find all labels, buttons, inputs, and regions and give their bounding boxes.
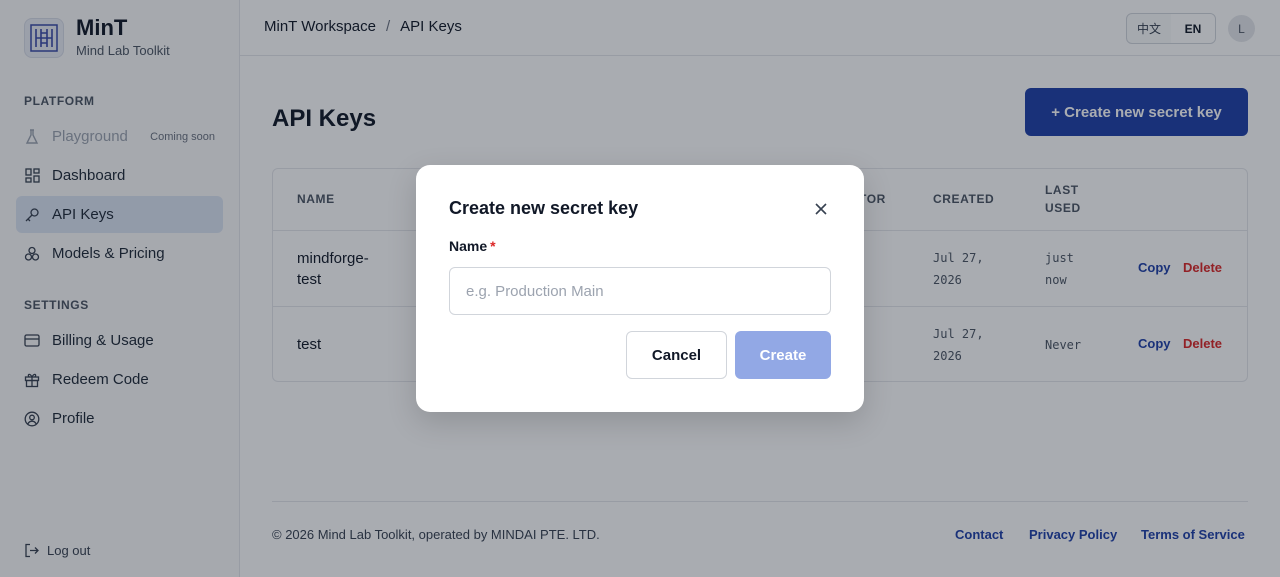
key-name-input[interactable] (449, 267, 831, 315)
required-mark: * (490, 238, 496, 254)
close-icon[interactable] (811, 199, 831, 219)
name-label-text: Name (449, 238, 488, 254)
dialog-title: Create new secret key (449, 198, 639, 218)
create-button[interactable]: Create (735, 331, 831, 379)
name-field-label: Name * (449, 238, 496, 254)
cancel-button[interactable]: Cancel (626, 331, 727, 379)
create-key-dialog: Create new secret key Name* Cancel Creat… (416, 165, 864, 412)
